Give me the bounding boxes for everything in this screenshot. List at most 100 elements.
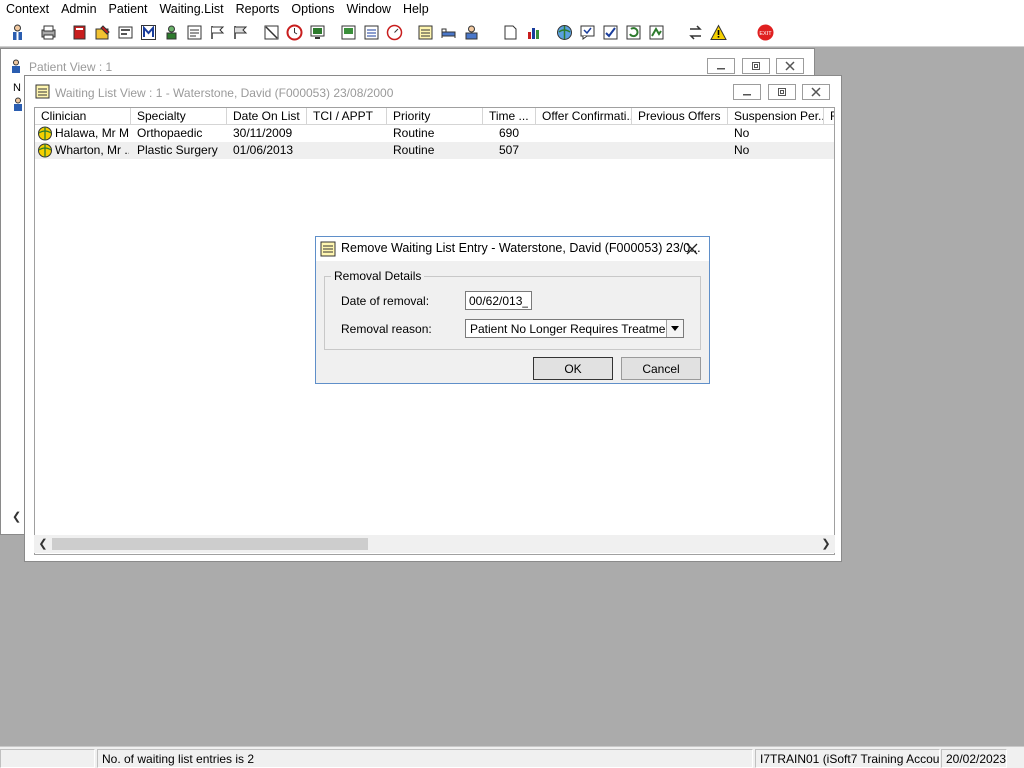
cell-clinician: Wharton, Mr ... [55,143,129,157]
globe-icon[interactable] [555,22,574,43]
cell-previous-offers [638,142,728,159]
chart-icon[interactable] [524,22,543,43]
menu-context[interactable]: Context [0,0,55,18]
minimize-icon [717,68,725,70]
map-icon[interactable] [647,22,666,43]
maximize-button[interactable] [768,84,796,100]
column-header-tci-appt[interactable]: TCI / APPT [307,108,387,125]
column-header-offer-confirmation[interactable]: Offer Confirmati... [536,108,632,125]
table-row[interactable]: Wharton, Mr ... Plastic Surgery 01/06/20… [35,142,834,159]
person-icon[interactable] [162,22,181,43]
folder-edit-icon[interactable] [93,22,112,43]
removal-reason-label: Removal reason: [341,322,432,336]
notes-icon [35,84,50,99]
waiting-list-title: Waiting List View : 1 - Waterstone, Davi… [55,86,394,100]
patient-tree-icon [14,97,22,111]
scrollbar-thumb[interactable] [52,538,368,550]
chevron-down-icon[interactable] [666,320,683,337]
warning-icon[interactable] [709,22,728,43]
notes-icon [320,241,336,257]
status-bar: No. of waiting list entries is 2 I7TRAIN… [0,746,1024,768]
menu-waiting-list[interactable]: Waiting.List [153,0,229,18]
close-icon[interactable] [683,240,701,258]
menu-help[interactable]: Help [397,0,435,18]
globe-icon [38,143,52,158]
menu-options[interactable]: Options [285,0,340,18]
dial-icon[interactable] [385,22,404,43]
column-header-f[interactable]: F [824,108,834,125]
column-header-priority[interactable]: Priority [387,108,483,125]
table-row[interactable]: Halawa, Mr M Orthopaedic 30/11/2009 Rout… [35,125,834,142]
notepad-icon[interactable] [185,22,204,43]
column-header-date-on-list[interactable]: Date On List [227,108,307,125]
scroll-left-arrow-icon[interactable]: ❮ [36,537,50,551]
status-panel-empty [0,749,95,768]
removal-reason-select[interactable]: Patient No Longer Requires Treatment [465,319,684,338]
minimize-icon [743,94,751,96]
horizontal-scrollbar[interactable]: ❮ ❯ [34,535,835,553]
form-icon[interactable] [116,22,135,43]
refresh-icon[interactable] [624,22,643,43]
clock-icon[interactable] [285,22,304,43]
date-of-removal-label: Date of removal: [341,294,430,308]
menu-patient[interactable]: Patient [103,0,154,18]
cancel-button[interactable]: Cancel [621,357,701,380]
close-icon [811,87,821,97]
menu-reports[interactable]: Reports [230,0,286,18]
menu-admin[interactable]: Admin [55,0,102,18]
cell-date-on-list: 01/06/2013 [233,143,294,157]
printer-icon[interactable] [39,22,58,43]
clinician-icon[interactable] [8,22,27,43]
close-button[interactable] [776,58,804,74]
flag-alt-icon[interactable] [231,22,250,43]
image-icon[interactable] [339,22,358,43]
patient-icon [12,59,20,73]
minimize-button[interactable] [733,84,761,100]
table-header: Clinician Specialty Date On List TCI / A… [35,108,834,125]
status-date: 20/02/2023 [941,749,1007,768]
column-header-specialty[interactable]: Specialty [131,108,227,125]
patient-view-title: Patient View : 1 [29,60,113,74]
status-account: I7TRAIN01 (iSoft7 Training Account) [755,749,940,768]
waiting-list-titlebar: Waiting List View : 1 - Waterstone, Davi… [25,76,841,104]
cell-tci [313,125,387,142]
column-header-clinician[interactable]: Clinician [35,108,131,125]
book-icon[interactable] [70,22,89,43]
remove-entry-dialog: Remove Waiting List Entry - Waterstone, … [315,236,710,384]
ok-button[interactable]: OK [533,357,613,380]
notes-icon[interactable] [416,22,435,43]
message-icon[interactable] [578,22,597,43]
menu-bar: Context Admin Patient Waiting.List Repor… [0,0,1024,18]
status-message: No. of waiting list entries is 2 [97,749,753,768]
menu-window[interactable]: Window [340,0,396,18]
list-icon[interactable] [362,22,381,43]
document-icon[interactable] [501,22,520,43]
cell-time: 507 [499,143,520,157]
maximize-button[interactable] [742,58,770,74]
group-label: Removal Details [331,269,425,283]
date-of-removal-input[interactable] [465,291,532,310]
scroll-right-arrow-icon[interactable]: ❯ [819,537,833,551]
cell-suspension: No [734,143,750,157]
column-header-previous-offers[interactable]: Previous Offers [632,108,728,125]
bed-icon[interactable] [439,22,458,43]
maximize-icon [752,62,760,70]
column-header-suspension[interactable]: Suspension Per... [728,108,824,125]
scroll-left-arrow-icon[interactable]: ❮ [12,510,21,523]
patient-side-label: N [13,82,21,94]
cell-tci [313,142,387,159]
globe-icon [38,126,52,141]
swap-icon[interactable] [686,22,705,43]
column-header-time[interactable]: Time ... [483,108,536,125]
monitor-icon[interactable] [308,22,327,43]
check-icon[interactable] [601,22,620,43]
transfer-icon[interactable] [462,22,481,43]
close-button[interactable] [802,84,830,100]
m-icon[interactable] [139,22,158,43]
cell-clinician: Halawa, Mr M [55,126,129,140]
exit-icon[interactable]: EXIT [756,22,775,43]
flag-icon[interactable] [208,22,227,43]
maximize-icon [778,88,786,96]
minimize-button[interactable] [707,58,735,74]
notepad-no-icon[interactable] [262,22,281,43]
